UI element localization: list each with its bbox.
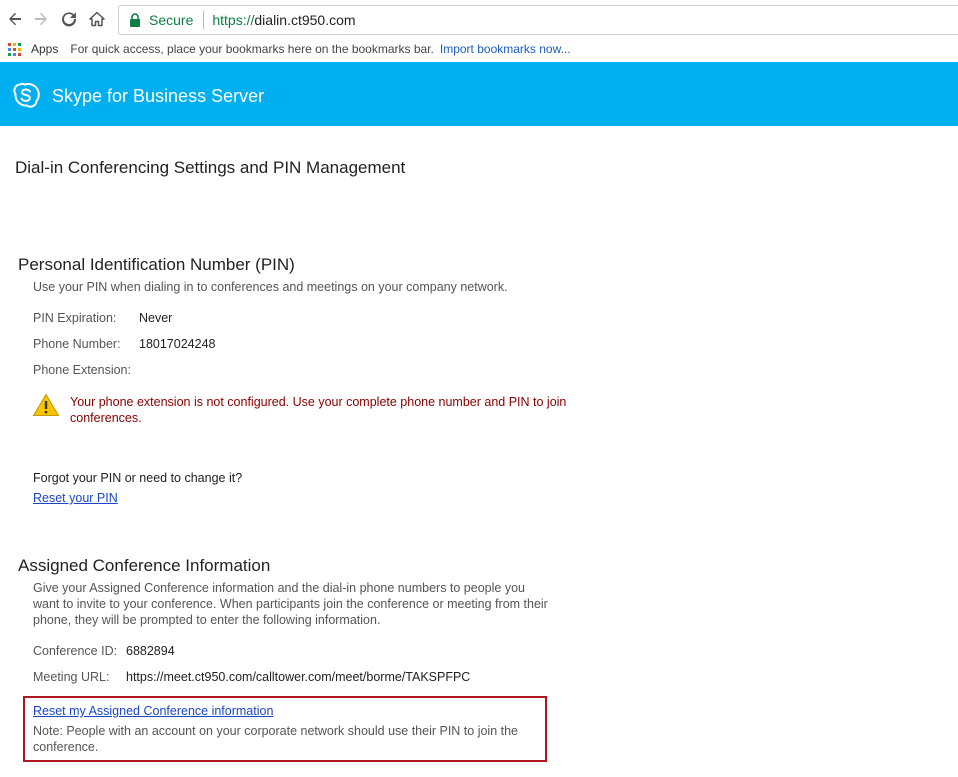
conference-description: Give your Assigned Conference informatio… [33, 581, 548, 627]
browser-toolbar: Secure https:// dialin.ct950.com [0, 0, 958, 39]
page-title: Dial-in Conferencing Settings and PIN Ma… [15, 158, 406, 177]
warning-icon [32, 393, 60, 416]
arrow-left-icon [9, 12, 21, 26]
forgot-pin-question: Forgot your PIN or need to change it? [33, 471, 243, 485]
address-bar[interactable]: Secure https:// dialin.ct950.com [118, 5, 958, 35]
skype-banner: Skype for Business Server [0, 62, 958, 126]
secure-label: Secure [149, 12, 194, 28]
reload-icon [62, 12, 77, 27]
reload-button[interactable] [58, 8, 80, 30]
reset-conference-link[interactable]: Reset my Assigned Conference information [33, 704, 273, 718]
url-scheme: https:// [212, 12, 255, 28]
url-host: dialin.ct950.com [254, 12, 356, 28]
apps-shortcut[interactable]: Apps [31, 42, 58, 56]
bookmarks-hint: For quick access, place your bookmarks h… [70, 42, 434, 56]
skype-logo-icon [13, 82, 40, 108]
pin-section-title: Personal Identification Number (PIN) [18, 255, 295, 274]
reset-pin-link[interactable]: Reset your PIN [33, 491, 118, 505]
phone-number-label: Phone Number: [33, 337, 121, 351]
forward-button[interactable] [30, 8, 52, 30]
lock-icon [127, 12, 143, 28]
brand-title: Skype for Business Server [52, 86, 265, 106]
back-button[interactable] [4, 8, 26, 30]
import-bookmarks-link[interactable]: Import bookmarks now... [440, 42, 571, 56]
meeting-url-label: Meeting URL: [33, 670, 110, 684]
conference-id-value: 6882894 [126, 644, 175, 658]
address-divider [203, 11, 205, 29]
home-button[interactable] [86, 8, 108, 30]
phone-number-value: 18017024248 [139, 337, 216, 351]
bookmarks-bar: Apps For quick access, place your bookma… [0, 38, 958, 60]
home-icon [89, 11, 105, 27]
extension-warning: Your phone extension is not configured. … [70, 395, 567, 425]
arrow-right-icon [35, 12, 47, 26]
conference-note: Note: People with an account on your cor… [33, 724, 519, 754]
pin-expiration-value: Never [139, 311, 173, 325]
conference-id-label: Conference ID: [33, 644, 118, 658]
conference-section-title: Assigned Conference Information [18, 556, 271, 575]
phone-extension-label: Phone Extension: [33, 363, 131, 377]
pin-expiration-label: PIN Expiration: [33, 311, 117, 325]
meeting-url-value: https://meet.ct950.com/calltower.com/mee… [126, 670, 471, 684]
apps-grid-icon[interactable] [8, 42, 21, 56]
pin-description: Use your PIN when dialing in to conferen… [33, 280, 508, 294]
